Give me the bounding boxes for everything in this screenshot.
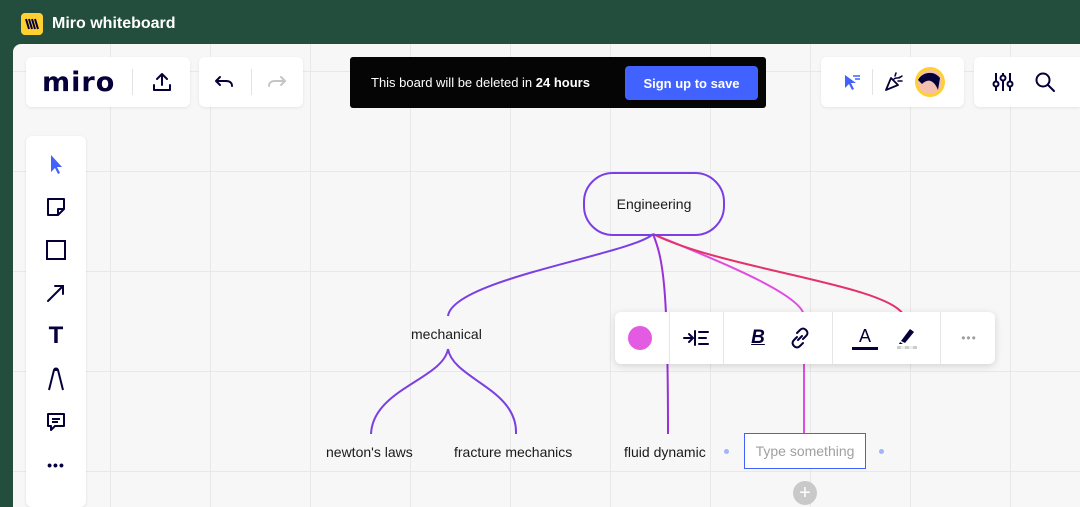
divider (669, 312, 670, 364)
text-color-icon[interactable]: A (850, 323, 880, 353)
shape-icon[interactable] (41, 235, 71, 265)
selection-handle-left[interactable] (724, 449, 729, 454)
more-icon[interactable]: ••• (41, 450, 71, 480)
avatar[interactable] (915, 67, 945, 97)
align-icon[interactable] (681, 323, 711, 353)
arrow-icon[interactable] (41, 278, 71, 308)
banner-message: This board will be deleted in 24 hours (371, 75, 590, 90)
search-icon[interactable] (1030, 67, 1060, 97)
board-canvas[interactable]: miro This board will be deleted in 24 ho… (13, 44, 1080, 507)
divider (832, 312, 833, 364)
creation-toolbar: T ••• (26, 136, 86, 507)
upload-icon[interactable] (147, 67, 177, 97)
miro-app-icon (21, 13, 43, 35)
color-swatch-icon[interactable] (625, 323, 655, 353)
link-icon[interactable] (785, 323, 815, 353)
node-context-toolbar: B A ••• (615, 312, 995, 364)
text-icon[interactable]: T (41, 321, 71, 351)
mindmap-node-fracture-mechanics[interactable]: fracture mechanics (454, 444, 572, 460)
mindmap-node-newtons-laws[interactable]: newton's laws (326, 444, 413, 460)
brand-panel: miro (26, 57, 190, 107)
divider (251, 69, 252, 95)
more-icon[interactable]: ••• (954, 323, 984, 353)
cursor-follow-icon[interactable] (836, 67, 866, 97)
divider (132, 69, 134, 95)
connector-fracture (447, 348, 518, 435)
redo-icon[interactable] (262, 67, 292, 97)
divider (940, 312, 941, 364)
select-icon[interactable] (41, 149, 71, 179)
connector-mechanical (447, 233, 654, 317)
pen-icon[interactable] (41, 364, 71, 394)
add-child-node-button[interactable]: + (793, 481, 817, 505)
selection-handle-right[interactable] (879, 449, 884, 454)
mindmap-connectors (370, 233, 904, 435)
deletion-banner: This board will be deleted in 24 hours S… (350, 57, 766, 108)
mindmap-node-fluid-dynamic[interactable]: fluid dynamic (624, 444, 706, 460)
settings-sliders-icon[interactable] (988, 67, 1018, 97)
connector-red (652, 233, 904, 315)
history-panel (199, 57, 303, 107)
tools-panel (974, 57, 1080, 107)
window-titlebar: Miro whiteboard (0, 0, 1080, 44)
sign-up-button[interactable]: Sign up to save (625, 66, 758, 100)
comment-icon[interactable] (41, 407, 71, 437)
mindmap-node-mechanical[interactable]: mechanical (411, 326, 482, 342)
divider (723, 312, 724, 364)
highlight-icon[interactable] (892, 323, 922, 353)
mindmap-root-node[interactable]: Engineering (583, 172, 725, 236)
new-node-text-input[interactable]: Type something (744, 433, 866, 469)
connector-newtons (370, 348, 449, 435)
miro-logo[interactable]: miro (42, 67, 115, 98)
sticky-note-icon[interactable] (41, 192, 71, 222)
collaboration-panel (821, 57, 964, 107)
undo-icon[interactable] (209, 67, 239, 97)
bold-icon[interactable]: B (743, 323, 773, 353)
window-title: Miro whiteboard (52, 15, 176, 32)
divider (872, 69, 873, 95)
celebrate-icon[interactable] (879, 67, 909, 97)
